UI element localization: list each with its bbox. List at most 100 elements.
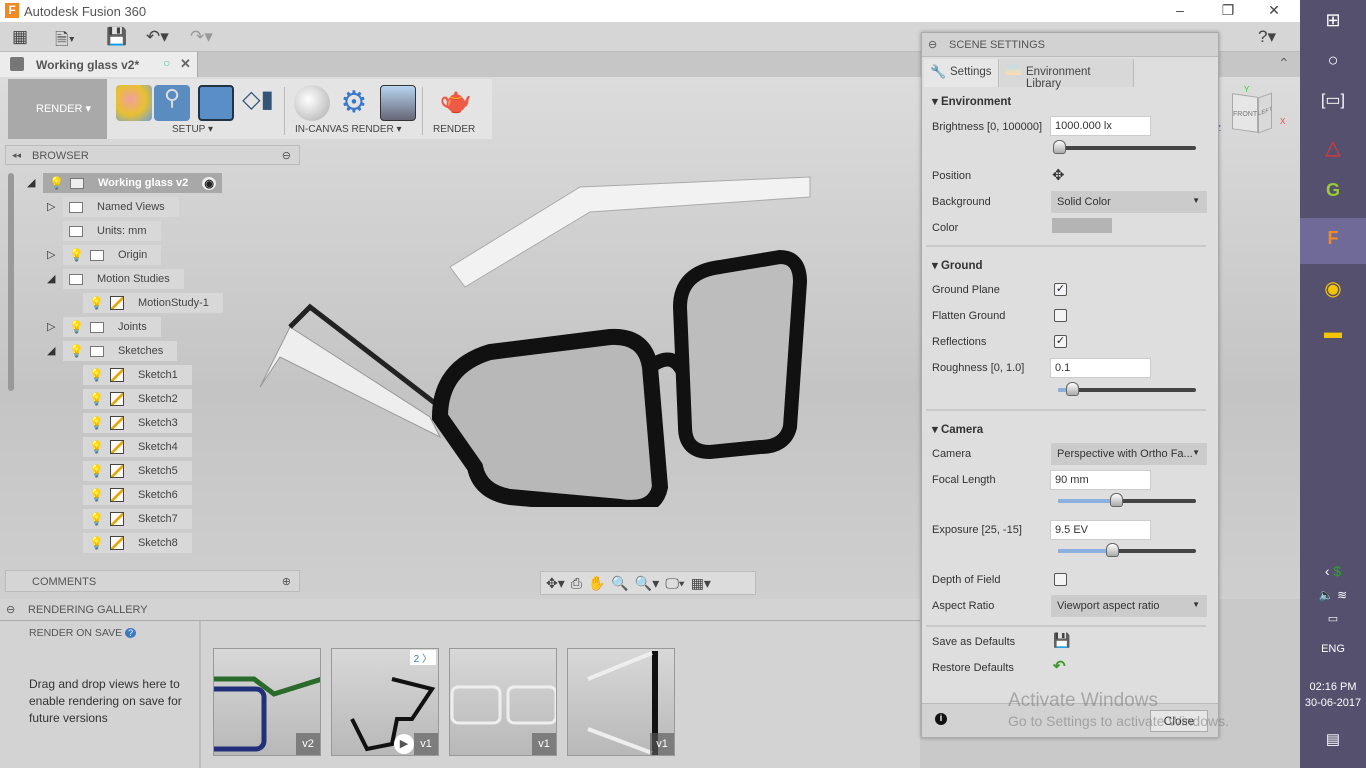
collapse-up-icon[interactable]: ⌃ [1278, 55, 1290, 72]
look-at-icon[interactable]: ⎙ [571, 575, 582, 592]
collapse-panel-icon[interactable]: ⊖ [928, 38, 937, 51]
zoom-icon[interactable]: 🔍▾ [635, 575, 659, 592]
gallery-header[interactable]: ⊖ RENDERING GALLERY [0, 599, 920, 621]
browser-item[interactable]: 💡 Sketch4 [83, 437, 192, 457]
appearance-icon[interactable] [116, 85, 152, 121]
cortana-icon[interactable]: ○ [1300, 50, 1366, 71]
visibility-bulb-icon[interactable]: 💡 [89, 392, 104, 406]
reflections-checkbox[interactable]: ✓ [1054, 335, 1067, 348]
exposure-input[interactable]: 9.5 EV [1050, 520, 1151, 540]
aspect-ratio-dropdown[interactable]: Viewport aspect ratio [1051, 595, 1207, 617]
flatten-ground-checkbox[interactable] [1054, 309, 1067, 322]
play-icon[interactable]: ▶ [394, 734, 414, 754]
roughness-slider[interactable] [1058, 382, 1196, 396]
document-tab[interactable]: Working glass v2* ○ ✕ [0, 52, 198, 77]
pan-icon[interactable]: ✋ [588, 575, 605, 592]
undo-icon[interactable]: ↶▾ [146, 27, 169, 47]
browser-header[interactable]: ◂◂ BROWSER ⊖ [5, 145, 300, 165]
restore-defaults-icon[interactable]: ↶ [1053, 657, 1066, 675]
orbit-icon[interactable]: ✥▾ [546, 575, 565, 592]
brightness-input[interactable]: 1000.000 lx [1050, 116, 1151, 136]
texture-map-icon[interactable]: ◇▮ [240, 85, 276, 121]
browser-item[interactable]: Named Views [63, 197, 179, 217]
redo-icon[interactable]: ↷▾ [190, 27, 213, 47]
gallery-thumbnail[interactable]: v1 [449, 648, 557, 756]
help-icon[interactable]: ?▾ [1258, 27, 1276, 47]
visibility-bulb-icon[interactable]: 💡 [89, 464, 104, 478]
visibility-bulb-icon[interactable]: 💡 [89, 512, 104, 526]
browser-item[interactable]: 💡 MotionStudy-1 [83, 293, 223, 313]
action-center-icon[interactable]: ▤ [1300, 730, 1366, 748]
collapse-gallery-icon[interactable]: ⊖ [6, 603, 15, 616]
grid-settings-icon[interactable]: ▦▾ [691, 575, 711, 592]
browser-item[interactable]: Units: mm [63, 221, 161, 241]
clock-time[interactable]: 02:16 PM [1300, 681, 1366, 693]
render-group-label[interactable]: RENDER [433, 124, 475, 135]
depth-of-field-checkbox[interactable] [1054, 573, 1067, 586]
visibility-bulb-icon[interactable]: 💡 [69, 320, 84, 334]
brightness-slider[interactable] [1053, 140, 1196, 154]
ground-section-header[interactable]: ▾ Ground [932, 258, 983, 272]
battery-icon[interactable]: ▭ [1300, 612, 1366, 625]
windows-start-icon[interactable]: ⊞ [1300, 10, 1366, 31]
browser-item[interactable]: 💡 Working glass v2 ◉ [43, 173, 223, 193]
save-icon[interactable]: 💾 [106, 27, 127, 47]
save-defaults-icon[interactable]: 💾 [1053, 632, 1070, 649]
environment-section-header[interactable]: ▾ Environment [932, 94, 1011, 108]
visibility-bulb-icon[interactable]: 💡 [89, 440, 104, 454]
browser-item[interactable]: 💡 Sketch2 [83, 389, 192, 409]
minimize-browser-icon[interactable]: ⊖ [282, 149, 291, 162]
render-teapot-icon[interactable]: 🫖 [438, 85, 474, 121]
collapse-node-icon[interactable]: ◢ [47, 344, 55, 357]
collapse-browser-icon[interactable]: ◂◂ [12, 150, 21, 161]
camera-section-header[interactable]: ▾ Camera [932, 422, 983, 436]
visibility-bulb-icon[interactable]: 💡 [49, 176, 64, 190]
background-color-swatch[interactable] [1052, 218, 1112, 233]
capture-image-icon[interactable] [380, 85, 416, 121]
browser-scrollbar[interactable] [8, 173, 14, 391]
browser-item[interactable]: 💡 Sketch3 [83, 413, 192, 433]
fusion-taskbar-icon[interactable]: F [1300, 218, 1366, 264]
browser-item[interactable]: 💡 Joints [63, 317, 161, 337]
collapse-node-icon[interactable]: ◢ [47, 272, 55, 285]
expand-node-icon[interactable]: ▷ [47, 320, 55, 333]
minimize-button[interactable]: – [1160, 2, 1200, 18]
grid-icon[interactable]: ▦ [12, 27, 28, 47]
viewcube[interactable]: FRONT LEFT Y X Z [1216, 85, 1285, 134]
close-window-button[interactable]: ✕ [1254, 2, 1294, 19]
language-indicator[interactable]: ENG [1300, 643, 1366, 655]
collapse-node-icon[interactable]: ◢ [27, 176, 35, 189]
show-hidden-icons[interactable]: ‹ $ [1300, 563, 1366, 579]
browser-item[interactable]: 💡 Sketches [63, 341, 178, 361]
in-canvas-render-group-label[interactable]: IN-CANVAS RENDER ▾ [295, 124, 402, 135]
tab-environment-library[interactable]: Environment Library [1000, 59, 1134, 90]
visibility-bulb-icon[interactable]: 💡 [89, 536, 104, 550]
browser-item[interactable]: Motion Studies [63, 269, 184, 289]
browser-item[interactable]: 💡 Sketch6 [83, 485, 192, 505]
visibility-bulb-icon[interactable]: 💡 [89, 296, 104, 310]
gallery-thumbnail[interactable]: 2 〉 ▶ v1 [331, 648, 439, 756]
browser-item[interactable]: 💡 Sketch8 [83, 533, 192, 553]
visibility-bulb-icon[interactable]: 💡 [69, 248, 84, 262]
decal-icon[interactable] [198, 85, 234, 121]
render-settings-gear-icon[interactable]: ⚙ [336, 85, 372, 121]
browser-item[interactable]: 💡 Sketch5 [83, 461, 192, 481]
move-position-icon[interactable]: ✥ [1052, 166, 1065, 184]
roughness-input[interactable]: 0.1 [1050, 358, 1151, 378]
expand-node-icon[interactable]: ▷ [47, 248, 55, 261]
comments-panel[interactable]: COMMENTS ⊕ [5, 570, 300, 592]
workspace-switcher[interactable]: RENDER ▾ [8, 79, 107, 139]
gallery-thumbnail[interactable]: v1 [567, 648, 675, 756]
browser-item[interactable]: 💡 Origin [63, 245, 162, 265]
scene-settings-header[interactable]: ⊖ SCENE SETTINGS [922, 33, 1218, 57]
app-g-icon[interactable]: G [1300, 180, 1366, 201]
expand-node-icon[interactable]: ▷ [47, 200, 55, 213]
camera-dropdown[interactable]: Perspective with Ortho Fa... [1051, 443, 1207, 465]
scene-settings-lamp-icon[interactable]: ⚲ [154, 85, 190, 121]
exposure-slider[interactable] [1058, 543, 1196, 557]
app-triangle-icon[interactable]: △ [1300, 135, 1366, 160]
render-count-badge[interactable]: 2 〉 [409, 650, 436, 665]
browser-item[interactable]: 💡 Sketch7 [83, 509, 192, 529]
ground-plane-checkbox[interactable]: ✓ [1054, 283, 1067, 296]
zoom-window-icon[interactable]: 🔍 [611, 575, 628, 592]
